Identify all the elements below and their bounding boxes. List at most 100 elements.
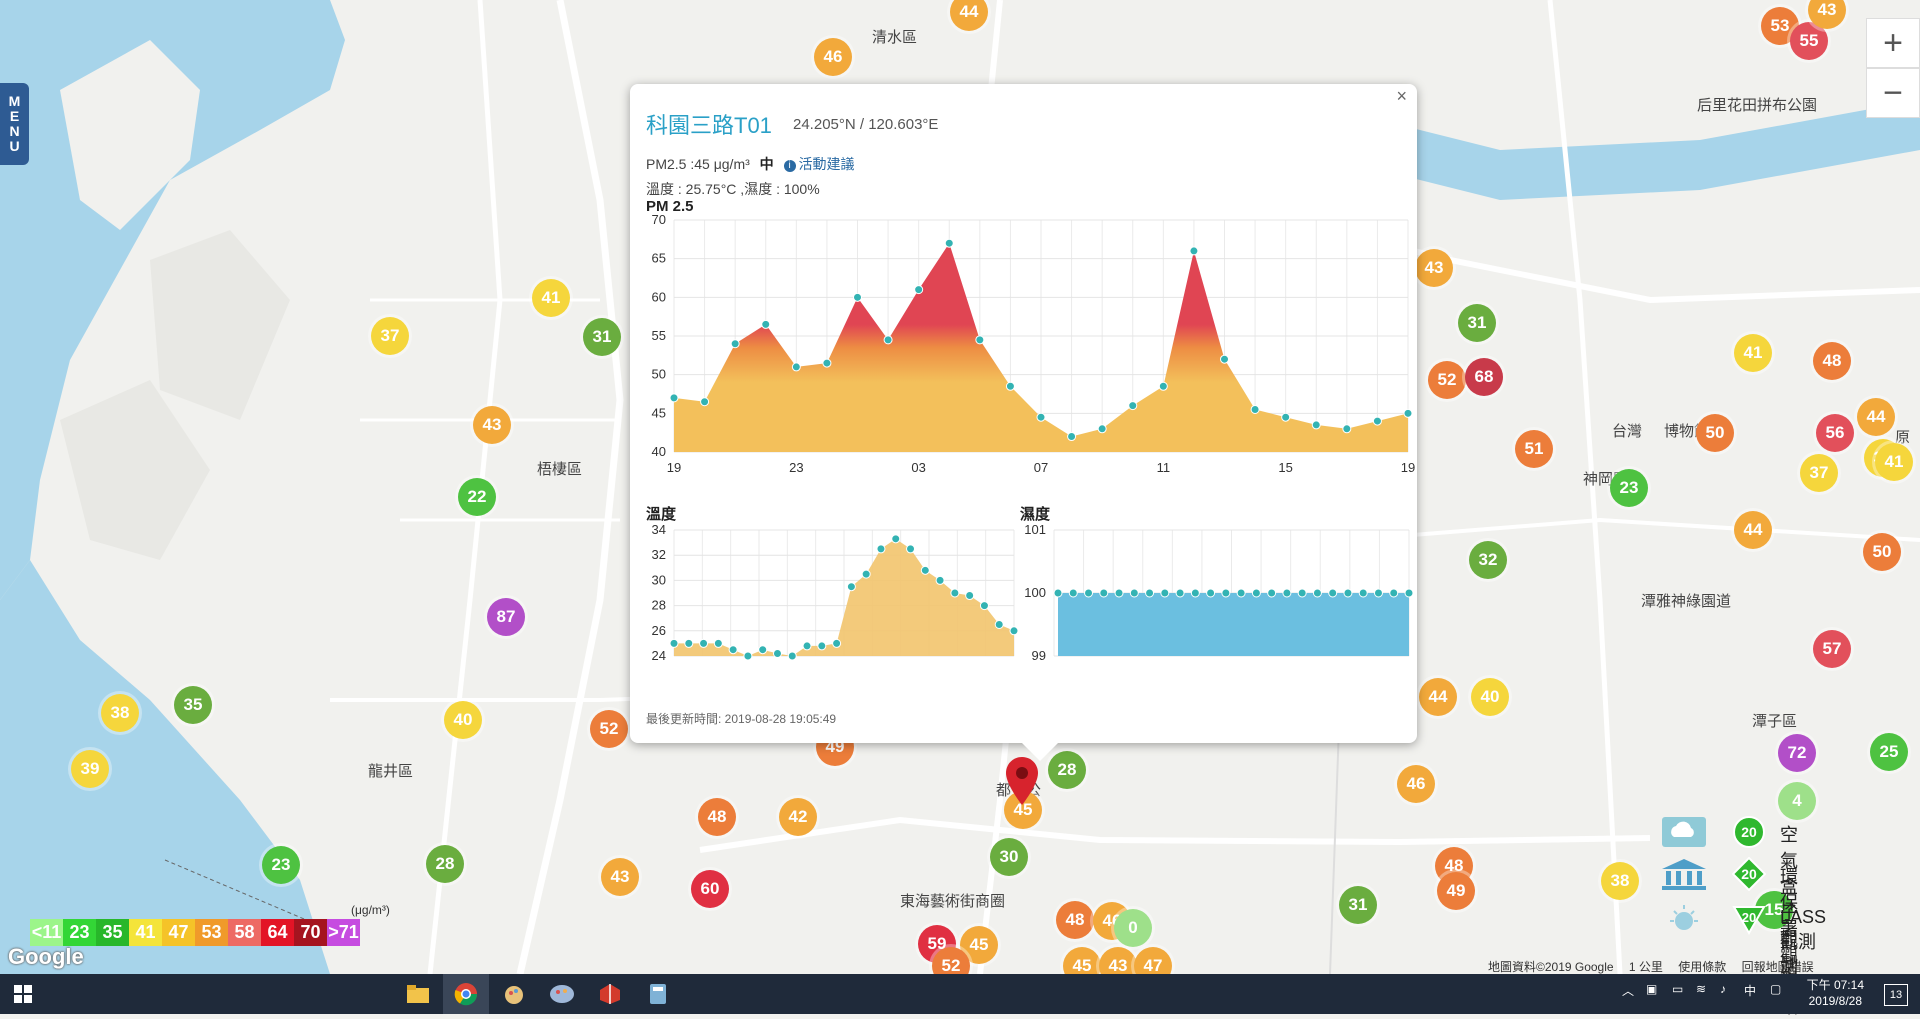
sensor-marker[interactable]: 25 xyxy=(1870,733,1908,771)
sensor-marker[interactable]: 30 xyxy=(990,838,1028,876)
sketchup-icon xyxy=(600,984,620,1004)
badge-text: 20 xyxy=(1742,910,1756,925)
data-point xyxy=(832,638,842,648)
data-point xyxy=(1372,416,1382,426)
sensor-marker[interactable]: 50 xyxy=(1696,414,1734,452)
sensor-marker[interactable]: 44 xyxy=(1734,511,1772,549)
tray-input-icon[interactable]: ▢ xyxy=(1770,982,1781,996)
lass-badge-icon: 20 xyxy=(1732,906,1766,935)
notification-count: 13 xyxy=(1889,989,1903,1001)
start-button[interactable] xyxy=(0,974,46,1014)
temp-chart-title: 溫度 xyxy=(646,506,677,523)
data-point xyxy=(669,393,679,403)
sensor-marker[interactable]: 50 xyxy=(1863,533,1901,571)
tray-wifi-icon[interactable]: ≋ xyxy=(1696,982,1706,996)
sensor-marker[interactable]: 35 xyxy=(174,686,212,724)
legend-lass-label: LASS觀測站 xyxy=(1780,907,1827,978)
tray-volume-icon[interactable]: ♪ xyxy=(1720,982,1726,996)
sensor-marker[interactable]: 40 xyxy=(444,701,482,739)
taskbar-file-explorer[interactable] xyxy=(395,974,441,1014)
taskbar-app-4[interactable] xyxy=(539,974,585,1014)
sensor-marker[interactable]: 72 xyxy=(1778,734,1816,772)
legend-epa[interactable]: 20 環保署觀測站 xyxy=(1652,857,1798,1017)
sensor-marker[interactable]: 22 xyxy=(458,478,496,516)
sensor-marker[interactable]: 0 xyxy=(1114,909,1152,947)
sensor-marker[interactable]: 41 xyxy=(1734,334,1772,372)
sensor-marker[interactable]: 40 xyxy=(1471,678,1509,716)
data-point xyxy=(994,620,1004,629)
taskbar-chrome[interactable] xyxy=(443,974,489,1014)
sensor-marker[interactable]: 44 xyxy=(1857,398,1895,436)
data-point xyxy=(1373,588,1383,598)
tray-ime[interactable]: 中 xyxy=(1744,982,1756,999)
sensor-marker[interactable]: 87 xyxy=(487,598,525,636)
legend-airbox[interactable]: 20 空氣盒子觀測點 xyxy=(1652,815,1798,1001)
tray-battery-icon[interactable]: ▭ xyxy=(1672,982,1683,996)
sensor-marker[interactable]: 44 xyxy=(1419,678,1457,716)
folder-icon xyxy=(407,985,429,1003)
sensor-marker[interactable]: 31 xyxy=(1458,304,1496,342)
sensor-marker[interactable]: 41 xyxy=(532,279,570,317)
sensor-marker[interactable]: 56 xyxy=(1816,414,1854,452)
pm-chart: 40 45 50 55 60 65 70 19 23 03 07 11 15 19 xyxy=(652,214,1416,475)
x-tick-label: 07 xyxy=(1034,460,1048,475)
windows-logo-icon xyxy=(14,985,32,1003)
sensor-marker[interactable]: 46 xyxy=(814,38,852,76)
taskbar-app-5[interactable] xyxy=(587,974,633,1014)
taskbar-app-6[interactable] xyxy=(635,974,681,1014)
sensor-marker[interactable]: 48 xyxy=(1056,901,1094,939)
sensor-marker[interactable]: 28 xyxy=(426,845,464,883)
sensor-marker[interactable]: 43 xyxy=(601,858,639,896)
sensor-marker[interactable]: 41 xyxy=(1875,443,1913,481)
activity-advice-link[interactable]: i 活動建議 xyxy=(783,156,855,172)
badge-text: 20 xyxy=(1741,866,1757,882)
terms-link[interactable]: 使用條款 xyxy=(1678,960,1726,974)
selected-location-pin-icon[interactable] xyxy=(1003,755,1041,807)
menu-tab[interactable]: M E N U xyxy=(0,83,29,165)
close-popup-button[interactable]: × xyxy=(1396,86,1407,107)
sensor-marker[interactable]: 68 xyxy=(1465,358,1503,396)
data-point xyxy=(1206,588,1216,598)
sensor-marker[interactable]: 52 xyxy=(590,710,628,748)
sensor-marker[interactable]: 38 xyxy=(1601,862,1639,900)
sensor-marker[interactable]: 48 xyxy=(698,798,736,836)
data-point xyxy=(713,638,723,648)
sensor-marker[interactable]: 31 xyxy=(1339,886,1377,924)
sensor-marker[interactable]: 38 xyxy=(101,694,139,732)
data-point xyxy=(1343,588,1353,598)
sensor-marker[interactable]: 48 xyxy=(1813,342,1851,380)
legend-cell: 35 xyxy=(96,919,129,946)
sensor-marker[interactable]: 43 xyxy=(473,406,511,444)
zoom-in-button[interactable]: + xyxy=(1866,18,1920,68)
sensor-marker[interactable]: 57 xyxy=(1813,630,1851,668)
google-logo: Google xyxy=(8,944,84,969)
sensor-marker[interactable]: 42 xyxy=(779,798,817,836)
sensor-marker[interactable]: 60 xyxy=(691,870,729,908)
taskbar-clock[interactable]: 下午 07:14 2019/8/28 xyxy=(1807,977,1864,1009)
sensor-marker[interactable]: 46 xyxy=(1397,765,1435,803)
data-point xyxy=(758,645,768,655)
sensor-marker[interactable]: 37 xyxy=(371,317,409,355)
sensor-marker[interactable]: 39 xyxy=(71,750,109,788)
tray-antivirus-icon[interactable]: ▣ xyxy=(1646,982,1657,996)
taskbar-app-3[interactable] xyxy=(491,974,537,1014)
sensor-marker[interactable]: 32 xyxy=(1469,541,1507,579)
map-scale[interactable]: 1 公里 xyxy=(1629,960,1663,974)
data-point xyxy=(1236,588,1246,598)
sensor-marker[interactable]: 51 xyxy=(1515,430,1553,468)
sensor-marker[interactable]: 43 xyxy=(1415,249,1453,287)
sensor-marker[interactable]: 31 xyxy=(583,318,621,356)
tray-chevron-icon[interactable]: ︿ xyxy=(1622,982,1634,999)
zoom-out-button[interactable]: − xyxy=(1866,68,1920,118)
data-point xyxy=(965,591,975,601)
notification-center-button[interactable]: 13 xyxy=(1884,984,1908,1006)
sensor-marker[interactable]: 23 xyxy=(262,846,300,884)
area-label: 潭雅神綠園道 xyxy=(1641,593,1732,610)
sensor-marker[interactable]: 52 xyxy=(1428,361,1466,399)
sensor-marker[interactable]: 37 xyxy=(1800,454,1838,492)
legend-lass[interactable]: 20 LASS觀測站 xyxy=(1652,901,1826,978)
sensor-marker[interactable]: 23 xyxy=(1610,469,1648,507)
legend-cell: 41 xyxy=(129,919,162,946)
data-point xyxy=(1084,588,1094,598)
sensor-marker[interactable]: 49 xyxy=(1437,872,1475,910)
